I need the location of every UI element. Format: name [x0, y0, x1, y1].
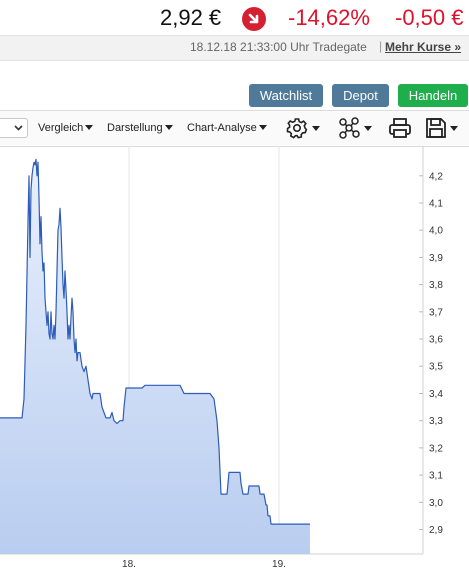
save-menu[interactable]: [424, 117, 458, 139]
caret-down-icon: [85, 125, 94, 130]
price-chart-svg: 18. 19. 4,2 4,1 4,0 3,9 3,8 3,7 3,6 3,5 3,4 3,3 3,2 3…: [0, 146, 443, 570]
compare-menu[interactable]: Vergleich: [38, 122, 94, 134]
chevron-down-icon: [14, 125, 23, 131]
quote-timestamp: 18.12.18 21:33:00 Uhr Tradegate: [190, 40, 367, 54]
period-dropdown[interactable]: [0, 118, 28, 138]
display-menu[interactable]: Darstellung: [107, 122, 173, 134]
down-trend-icon: [242, 7, 266, 31]
settings-icon: [286, 118, 308, 139]
y-tick-label: 3,4: [429, 389, 443, 400]
caret-down-icon: [164, 125, 173, 130]
change-percent: -14,62%: [288, 5, 370, 30]
y-tick-label: 3,2: [429, 443, 443, 454]
chart-toolbar: Vergleich Darstellung Chart-Analyse: [0, 110, 469, 147]
y-tick-label: 3,5: [429, 362, 443, 373]
print-icon: [389, 118, 411, 138]
chart-analysis-menu[interactable]: Chart-Analyse: [187, 122, 267, 134]
watchlist-button[interactable]: Watchlist: [249, 84, 323, 107]
more-quotes-link[interactable]: Mehr Kurse »: [385, 40, 461, 54]
caret-down-icon: [312, 125, 320, 131]
x-tick-label: 19.: [272, 559, 286, 570]
y-tick-label: 4,2: [429, 171, 443, 182]
price-chart[interactable]: 18. 19. 4,2 4,1 4,0 3,9 3,8 3,7 3,6 3,5 3,4 3,3 3,2 3…: [0, 146, 469, 571]
quote-bar: 2,92 € -14,62% -0,50 €: [0, 0, 469, 36]
info-separator: |: [379, 39, 383, 53]
quote-info-bar: 18.12.18 21:33:00 Uhr Tradegate | Mehr K…: [0, 35, 469, 61]
compare-label: Vergleich: [38, 122, 84, 134]
trade-button[interactable]: Handeln: [398, 84, 468, 107]
caret-down-icon: [258, 125, 267, 130]
chart-analysis-label: Chart-Analyse: [187, 122, 257, 134]
caret-down-icon: [450, 125, 458, 131]
x-tick-label: 18.: [122, 559, 136, 570]
y-tick-label: 3,7: [429, 307, 443, 318]
y-tick-label: 3,8: [429, 280, 443, 291]
arrow-down-right-icon: [248, 13, 259, 24]
y-tick-label: 3,0: [429, 498, 443, 509]
caret-down-icon: [364, 125, 372, 131]
y-tick-label: 3,1: [429, 471, 443, 482]
y-tick-label: 3,9: [429, 253, 443, 264]
y-tick-label: 2,9: [429, 525, 443, 536]
save-icon: [426, 118, 446, 138]
depot-button[interactable]: Depot: [332, 84, 389, 107]
network-menu[interactable]: [338, 117, 372, 139]
y-tick-label: 4,1: [429, 198, 443, 209]
y-tick-label: 3,6: [429, 335, 443, 346]
print-button[interactable]: [388, 117, 412, 139]
y-tick-label: 3,3: [429, 416, 443, 427]
display-label: Darstellung: [107, 122, 163, 134]
y-tick-label: 4,0: [429, 226, 443, 237]
current-price: 2,92 €: [160, 5, 222, 30]
change-absolute: -0,50 €: [395, 5, 464, 30]
settings-menu[interactable]: [286, 117, 320, 139]
network-icon: [339, 117, 360, 139]
price-area-fill: [0, 159, 310, 554]
